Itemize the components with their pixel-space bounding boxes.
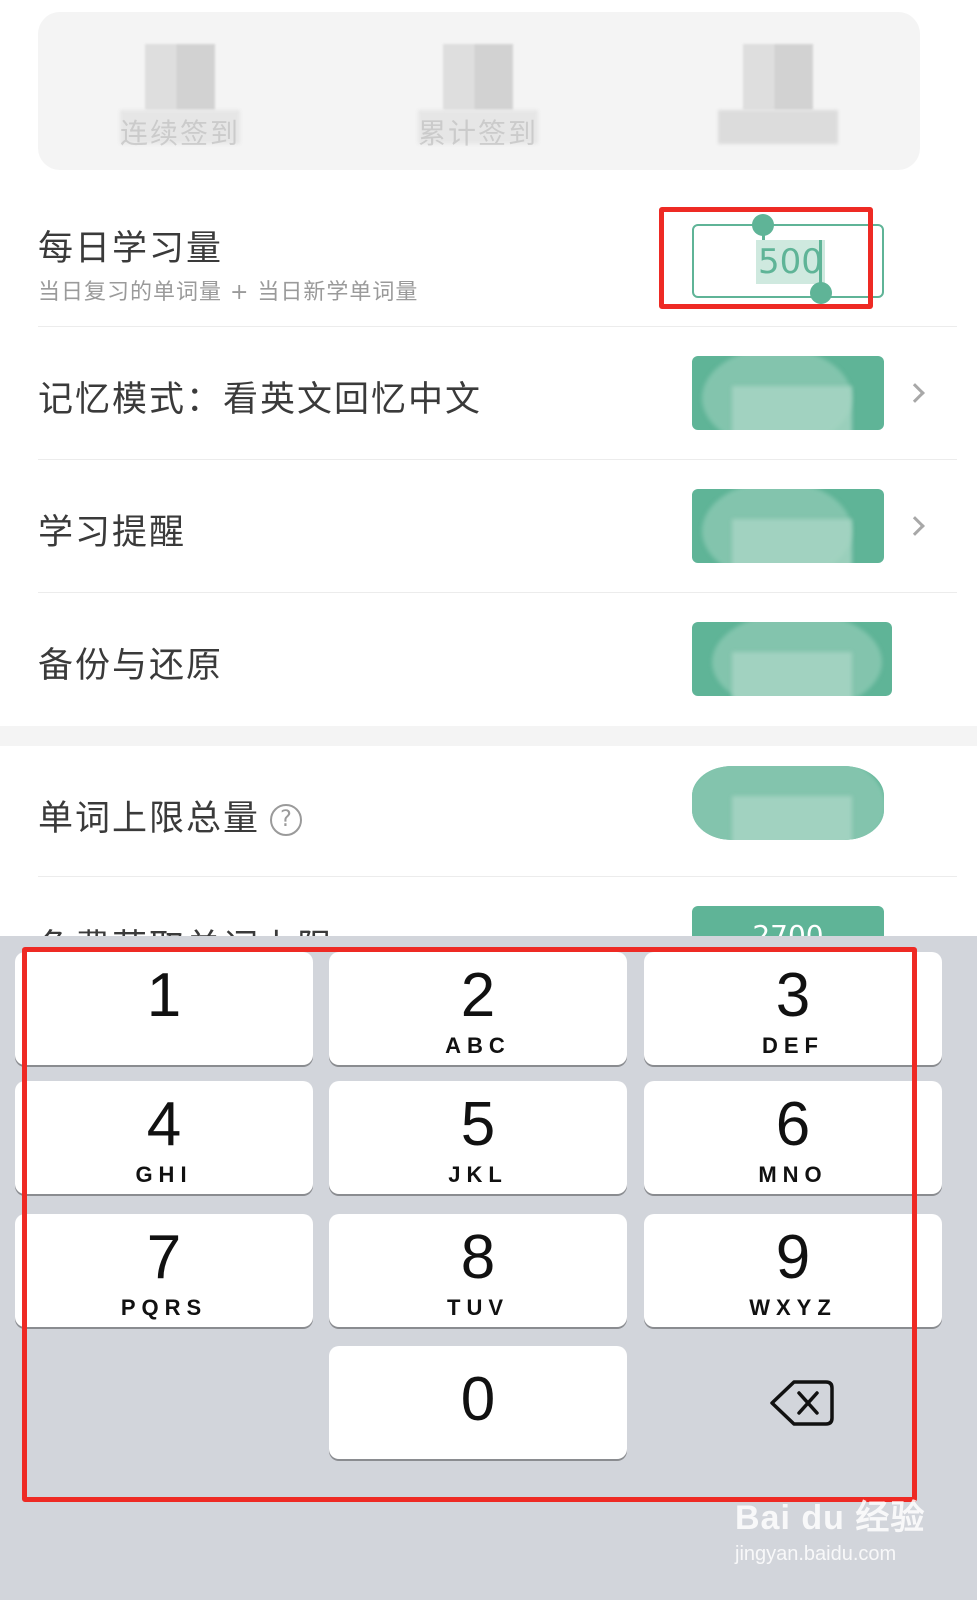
blur-patch	[732, 652, 852, 696]
watermark-url: jingyan.baidu.com	[735, 1543, 897, 1565]
stat-value-blurred	[743, 44, 813, 110]
word-limit-title: 单词上限总量?	[38, 790, 303, 841]
memory-mode-value-blurred[interactable]	[692, 356, 884, 430]
word-limit-value-blurred	[692, 766, 884, 840]
daily-amount-subtitle: 当日复习的单词量 + 当日新学单词量	[38, 280, 419, 305]
blur-patch	[732, 386, 852, 430]
stat-total-checkin: 累计签到	[378, 12, 578, 170]
annotation-box-keyboard	[22, 947, 917, 1502]
stat-third	[678, 12, 878, 170]
stat-label: 连续签到	[119, 117, 240, 150]
stat-value-blurred	[145, 44, 215, 110]
watermark-brand: Bai du 经验	[735, 1499, 926, 1537]
annotation-box-input	[659, 207, 873, 309]
study-reminder-value-blurred[interactable]	[692, 489, 884, 563]
stat-consecutive-checkin: 连续签到	[80, 12, 280, 170]
study-reminder-title: 学习提醒	[38, 513, 187, 553]
section-divider	[0, 726, 977, 746]
stat-label: 累计签到	[417, 117, 538, 150]
blur-patch	[732, 519, 852, 563]
baidu-jingyan-watermark: Bai du 经验 jingyan.baidu.com	[735, 1490, 925, 1566]
word-limit-label: 单词上限总量	[38, 799, 261, 839]
stat-value-blurred	[443, 44, 513, 110]
backup-restore-title: 备份与还原	[38, 646, 224, 686]
daily-amount-title: 每日学习量	[38, 229, 224, 269]
memory-mode-title: 记忆模式：看英文回忆中文	[38, 380, 483, 420]
backup-restore-value-blurred[interactable]	[692, 622, 892, 696]
stat-label-blur	[718, 110, 838, 144]
stats-card: 连续签到 累计签到	[38, 12, 920, 170]
help-icon[interactable]: ?	[270, 804, 303, 836]
blur-patch	[732, 796, 852, 840]
